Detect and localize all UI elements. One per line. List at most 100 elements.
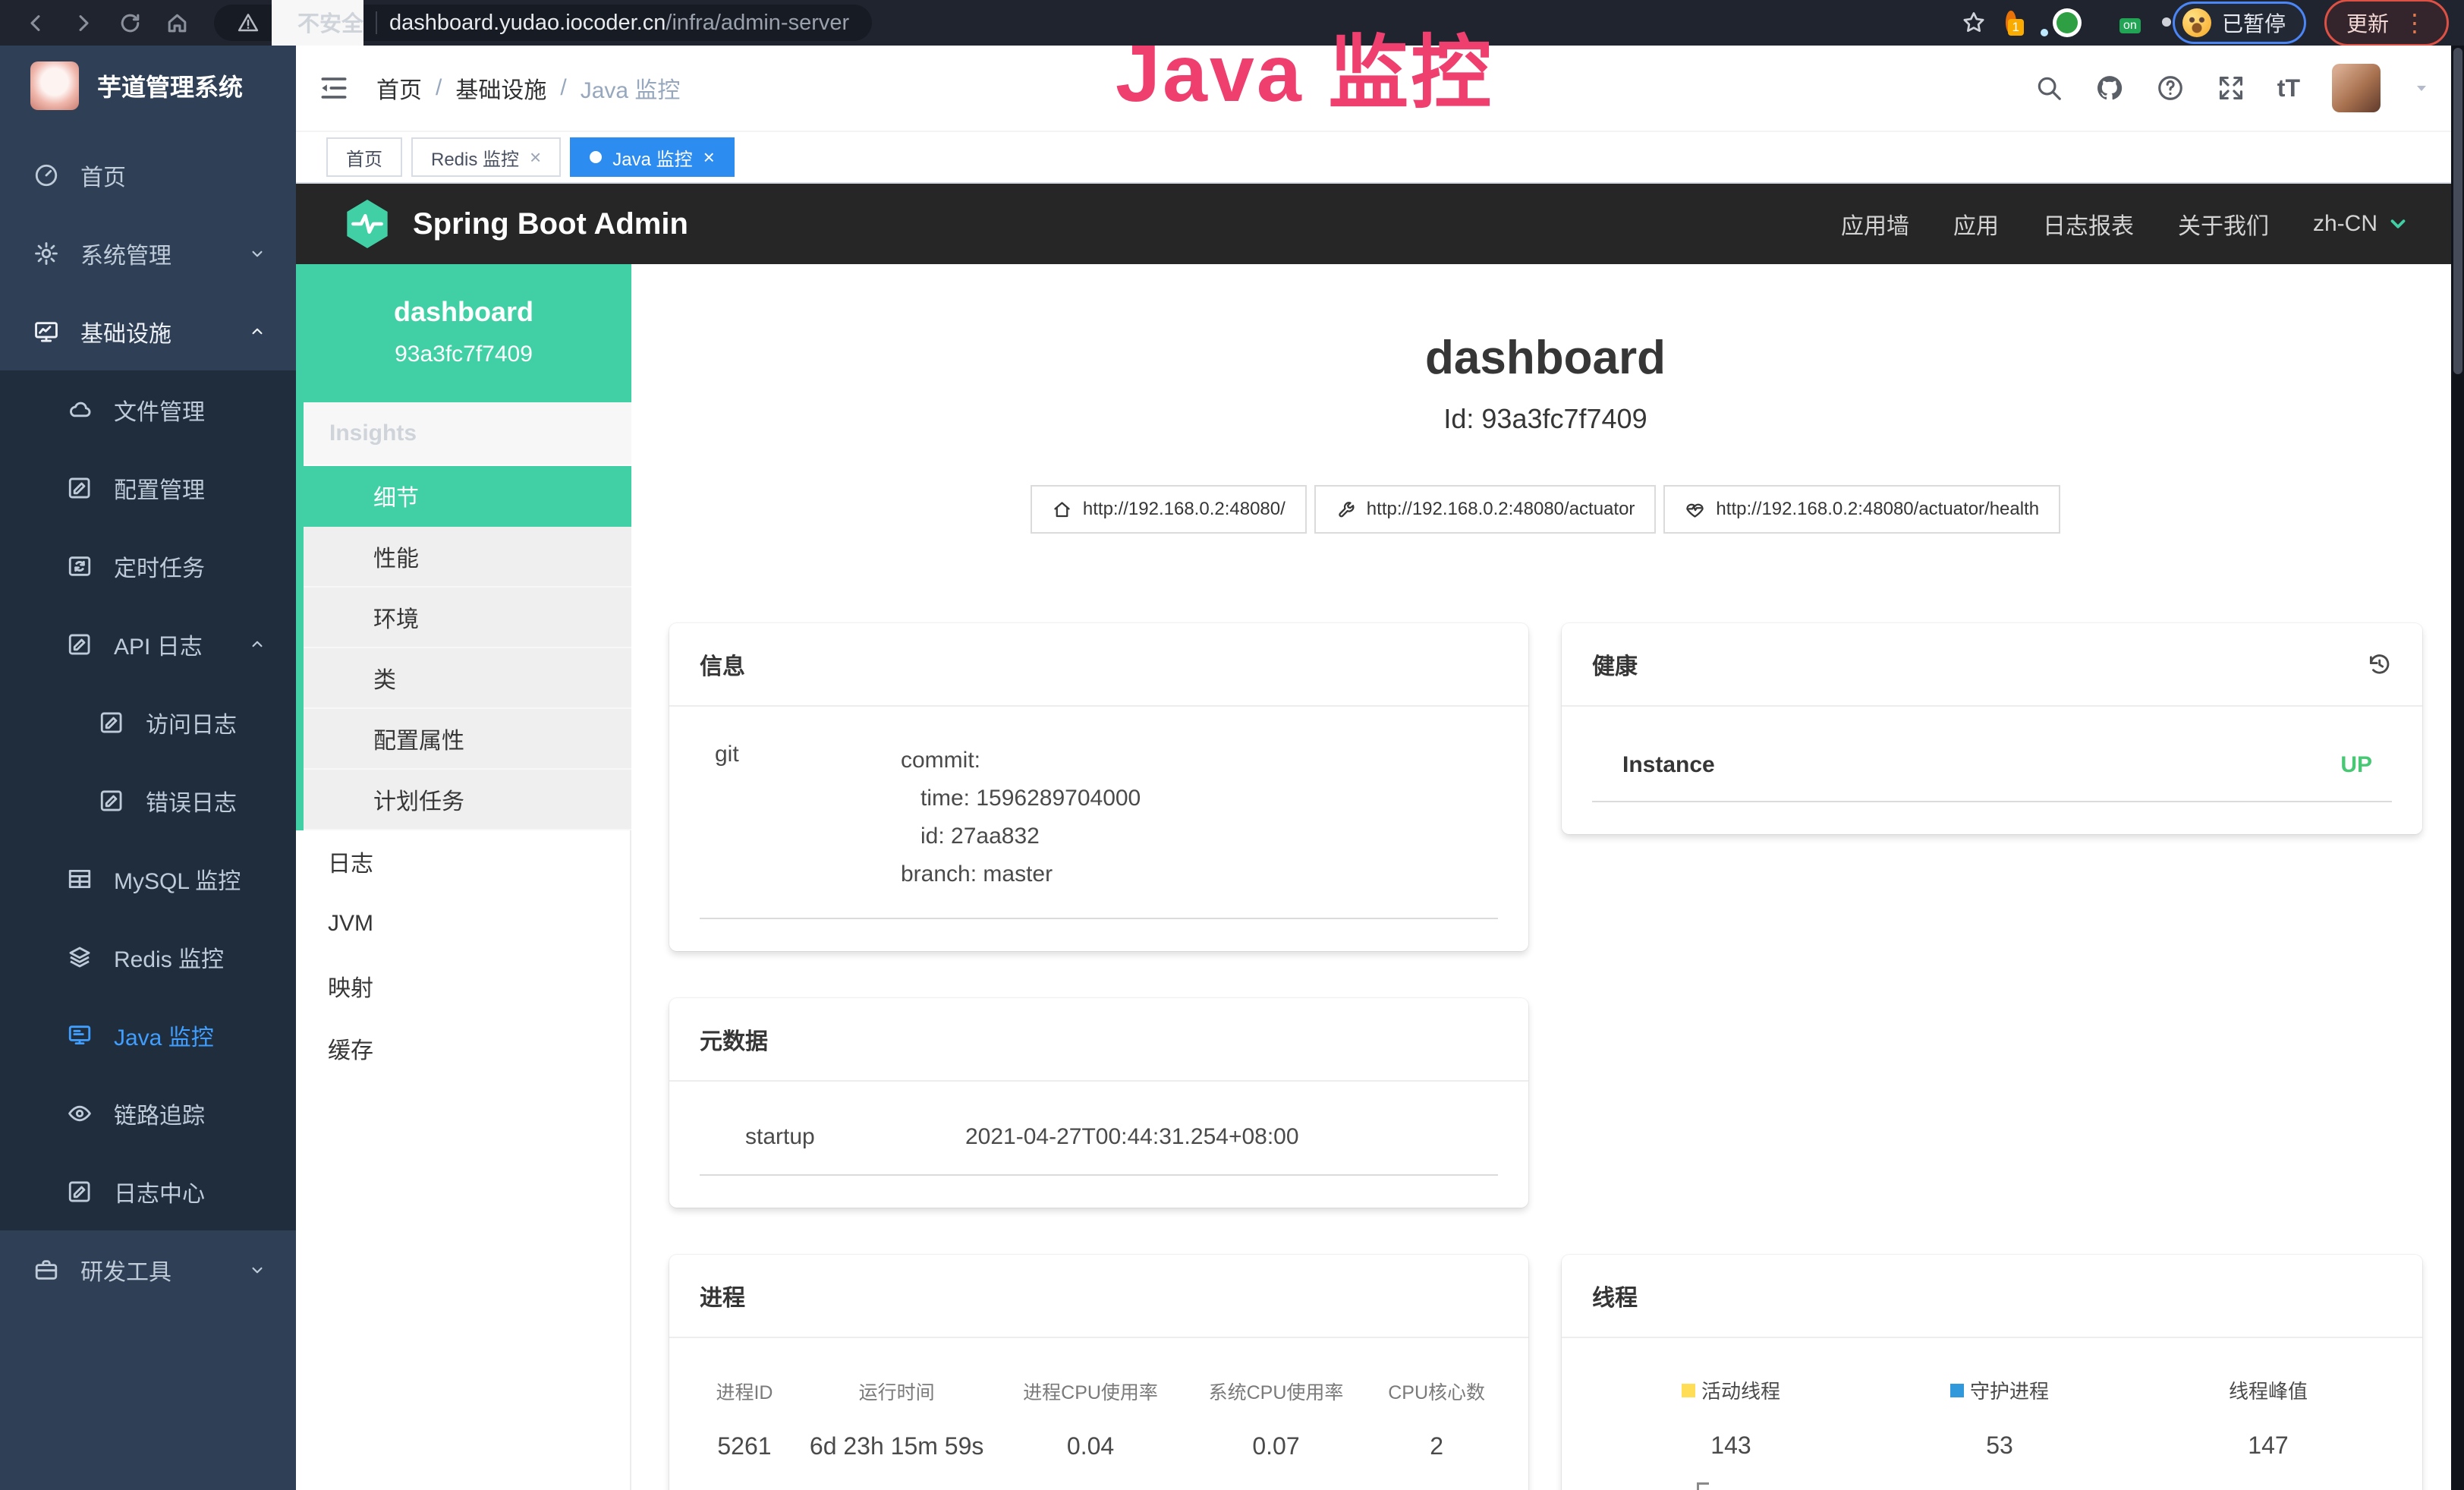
breadcrumb-current: Java 监控 — [581, 71, 681, 105]
update-label: 更新 — [2346, 8, 2389, 38]
sba-instance-header[interactable]: dashboard 93a3fc7f7409 — [296, 264, 631, 402]
bookmark-star-icon[interactable] — [1960, 9, 1987, 36]
info-card: 信息 git commit: time: 1596289704000 id: 2… — [669, 623, 1528, 951]
page-url: dashboard.yudao.iocoder.cn/infra/admin-s… — [389, 11, 849, 36]
sidebar-item-job[interactable]: 定时任务 — [0, 527, 296, 605]
health-url-link[interactable]: http://192.168.0.2:48080/actuator/health — [1663, 485, 2060, 534]
info-card-title: 信息 — [700, 647, 745, 681]
eye-icon — [67, 1101, 93, 1126]
sba-insights-group: Insights 细节 性能 环境 类 配置属性 计划任务 — [296, 402, 631, 830]
app-logo-row[interactable]: 芋道管理系统 — [0, 46, 296, 125]
sidebar-item-error-log[interactable]: 错误日志 — [0, 761, 296, 840]
sba-item-jvm[interactable]: JVM — [296, 893, 631, 955]
sba-item-mappings[interactable]: 映射 — [296, 955, 631, 1017]
tab-redis[interactable]: Redis 监控 — [411, 137, 561, 177]
home-icon[interactable] — [156, 2, 197, 43]
sba-item-environment[interactable]: 环境 — [304, 587, 631, 648]
profile-paused-badge[interactable]: 已暂停 — [2173, 2, 2306, 44]
sidebar-item-home[interactable]: 首页 — [0, 136, 296, 214]
instance-name: dashboard — [304, 296, 624, 328]
address-divider — [376, 11, 377, 34]
sba-language-select[interactable]: zh-CN — [2313, 211, 2409, 237]
sba-nav-journal[interactable]: 日志报表 — [2043, 207, 2134, 241]
breadcrumb-home[interactable]: 首页 — [376, 71, 422, 105]
profile-emoji-icon — [2182, 8, 2211, 37]
sba-item-config-props[interactable]: 配置属性 — [304, 709, 631, 770]
sidebar-item-mysql[interactable]: MySQL 监控 — [0, 840, 296, 918]
health-status-badge: UP — [2340, 752, 2372, 778]
y-axis-line — [1697, 1482, 1699, 1490]
sidebar-item-redis[interactable]: Redis 监控 — [0, 918, 296, 996]
github-icon[interactable] — [2095, 74, 2124, 102]
spring-boot-admin-logo-icon[interactable] — [343, 197, 392, 250]
sba-brand-title[interactable]: Spring Boot Admin — [413, 207, 688, 241]
address-bar[interactable]: 不安全 dashboard.yudao.iocoder.cn/infra/adm… — [214, 5, 872, 41]
service-url-link[interactable]: http://192.168.0.2:48080/ — [1031, 485, 1307, 534]
sidebar-item-log-center[interactable]: 日志中心 — [0, 1152, 296, 1230]
sba-item-logs[interactable]: 日志 — [296, 830, 631, 893]
close-icon[interactable] — [530, 147, 541, 167]
breadcrumb-separator — [436, 75, 442, 101]
sidebar-item-system[interactable]: 系统管理 — [0, 214, 296, 292]
sba-item-metrics[interactable]: 性能 — [304, 527, 631, 587]
sidebar-item-api-log[interactable]: API 日志 — [0, 605, 296, 683]
instance-id: 93a3fc7f7409 — [304, 342, 624, 367]
sba-nav-applications-wall[interactable]: 应用墙 — [1841, 207, 1909, 241]
close-icon[interactable] — [703, 147, 715, 167]
back-icon[interactable] — [15, 2, 56, 43]
insights-section-label: Insights — [304, 402, 631, 466]
sba-nav-about[interactable]: 关于我们 — [2178, 207, 2269, 241]
git-time-line: time: 1596289704000 — [901, 780, 1141, 817]
scrollbar-thumb[interactable] — [2453, 48, 2462, 374]
scheduled-task-icon — [67, 553, 93, 579]
breadcrumb: 首页 基础设施 Java 监控 — [376, 71, 680, 105]
url-path: /infra/admin-server — [666, 11, 849, 35]
search-icon[interactable] — [2034, 74, 2063, 102]
sba-item-caches[interactable]: 缓存 — [296, 1017, 631, 1079]
sidebar-item-file[interactable]: 文件管理 — [0, 370, 296, 449]
help-icon[interactable] — [2156, 74, 2185, 102]
endpoint-links: http://192.168.0.2:48080/ http://192.168… — [669, 485, 2422, 534]
page-title: dashboard — [669, 331, 2422, 385]
process-col-system-cpu: 系统CPU使用率 0.07 — [1188, 1378, 1365, 1460]
user-menu-caret-icon[interactable] — [2412, 79, 2431, 97]
sidebar-item-config[interactable]: 配置管理 — [0, 449, 296, 527]
process-card-title: 进程 — [700, 1279, 745, 1312]
page-scrollbar[interactable] — [2451, 46, 2464, 1490]
process-col-cpu-cores: CPU核心数 2 — [1364, 1378, 1509, 1460]
sidebar-item-dev-tools[interactable]: 研发工具 — [0, 1230, 296, 1309]
extension-green-icon[interactable] — [2053, 8, 2082, 37]
tab-home[interactable]: 首页 — [326, 137, 402, 177]
chevron-down-icon — [2387, 213, 2409, 235]
sba-item-classes[interactable]: 类 — [304, 648, 631, 709]
legend-daemon-threads: 守护进程 53 — [1865, 1376, 2134, 1460]
extension-updater-icon[interactable]: 1 — [2006, 16, 2016, 30]
actuator-url-link[interactable]: http://192.168.0.2:48080/actuator — [1314, 485, 1657, 534]
sidebar-item-trace[interactable]: 链路追踪 — [0, 1074, 296, 1152]
wrench-icon — [1336, 499, 1356, 520]
collapse-sidebar-icon[interactable] — [317, 71, 351, 105]
sba-item-details[interactable]: 细节 — [304, 466, 631, 527]
reload-icon[interactable] — [109, 2, 150, 43]
sba-nav-applications[interactable]: 应用 — [1953, 207, 1999, 241]
sba-item-scheduled-tasks[interactable]: 计划任务 — [304, 770, 631, 830]
sidebar-item-access-log[interactable]: 访问日志 — [0, 683, 296, 761]
health-instance-label: Instance — [1622, 752, 1715, 778]
browser-menu-icon[interactable] — [2403, 11, 2427, 35]
font-size-icon[interactable]: tT — [2277, 74, 2300, 102]
daemon-threads-swatch — [1950, 1384, 1964, 1397]
daemon-threads-value: 53 — [1865, 1432, 2134, 1460]
tab-java[interactable]: Java 监控 — [570, 137, 735, 177]
url-host: dashboard.yudao.iocoder.cn — [389, 11, 666, 35]
health-instance-row: Instance UP — [1592, 752, 2392, 802]
edit-square-icon — [67, 1179, 93, 1205]
sidebar-item-infra[interactable]: 基础设施 — [0, 292, 296, 370]
user-avatar[interactable] — [2332, 64, 2381, 112]
update-button[interactable]: 更新 — [2324, 0, 2449, 46]
history-icon[interactable] — [2366, 651, 2392, 677]
breadcrumb-infra[interactable]: 基础设施 — [455, 71, 546, 105]
fullscreen-icon[interactable] — [2217, 74, 2245, 102]
sidebar-item-java[interactable]: Java 监控 — [0, 996, 296, 1074]
forward-icon[interactable] — [62, 2, 103, 43]
git-info-row: git commit: time: 1596289704000 id: 27aa… — [700, 742, 1498, 919]
